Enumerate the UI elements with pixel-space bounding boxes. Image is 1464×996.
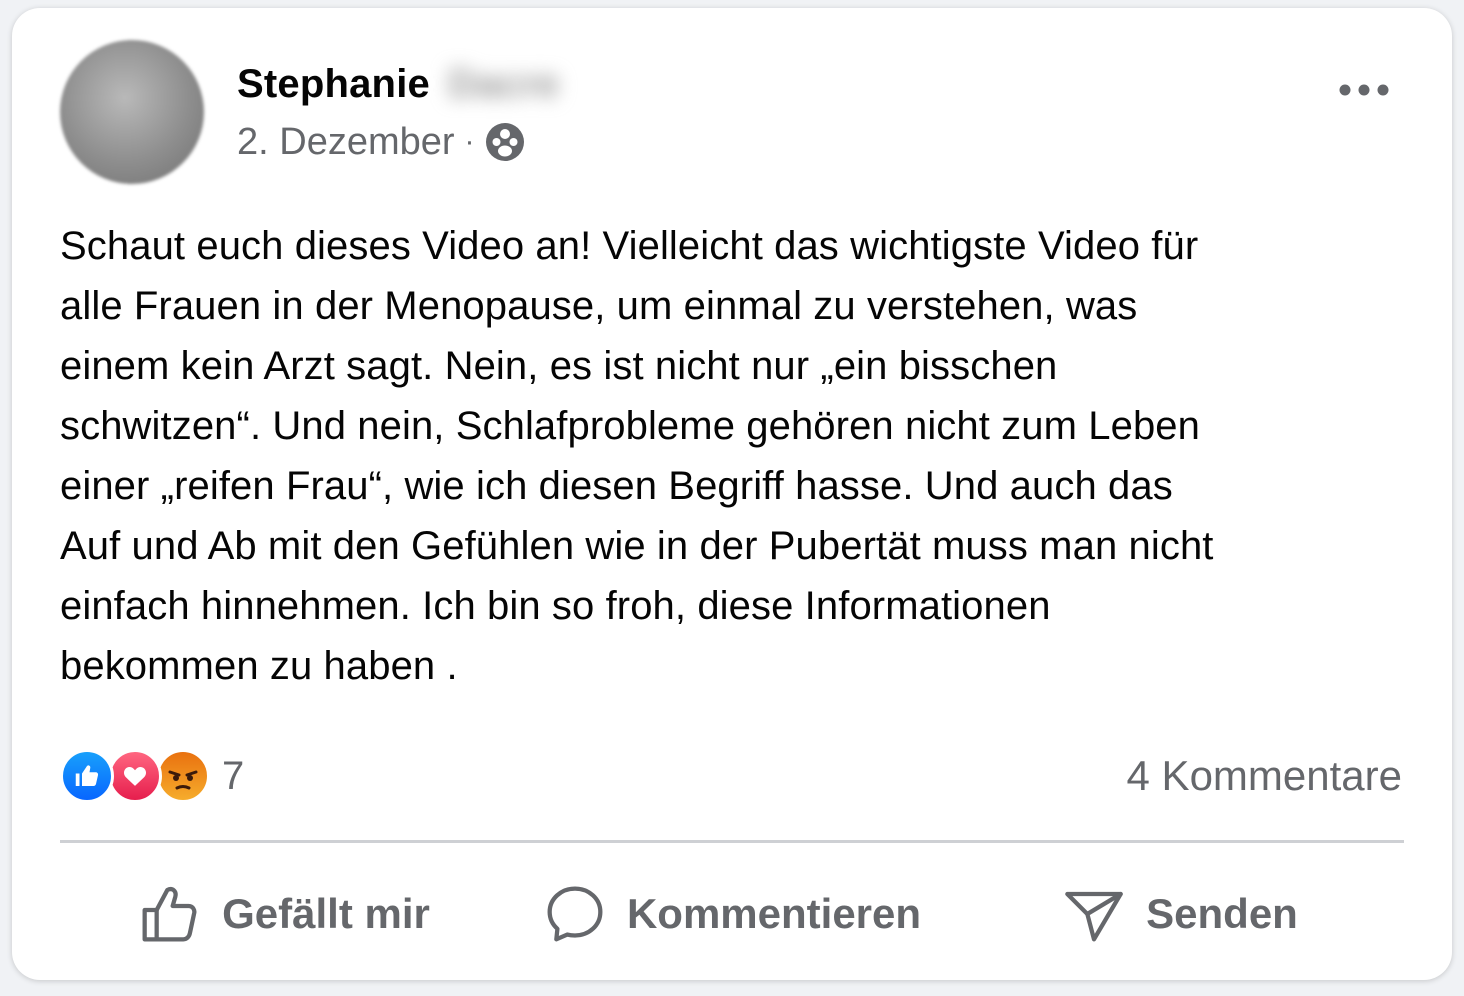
action-bar: Gefällt mir Kommentieren Senden — [60, 858, 1404, 970]
angry-reaction-icon — [156, 749, 210, 803]
send-icon — [1065, 891, 1123, 942]
comment-button-label: Kommentieren — [626, 890, 922, 937]
ellipsis-icon — [1339, 84, 1389, 96]
more-options-button[interactable] — [1336, 72, 1392, 108]
share-button-label: Senden — [1146, 890, 1298, 937]
post-date[interactable]: 2. Dezember — [237, 121, 455, 164]
comments-count-link[interactable]: 4 Kommentare — [1127, 752, 1402, 800]
like-reaction-icon — [60, 749, 114, 803]
post-meta: 2. Dezember · — [237, 120, 525, 164]
like-button[interactable]: Gefällt mir — [60, 858, 508, 970]
divider — [60, 840, 1404, 843]
author-row: Stephanie Dacre — [237, 58, 559, 110]
love-reaction-icon — [108, 749, 162, 803]
post-text: Schaut euch dieses Video an! Vielleicht … — [60, 224, 1214, 688]
avatar[interactable] — [60, 40, 204, 184]
like-button-label: Gefällt mir — [222, 890, 430, 937]
reactions-summary[interactable]: 7 — [60, 748, 244, 804]
post-card: Stephanie Dacre 2. Dezember · Schaut euc… — [12, 8, 1452, 980]
group-icon[interactable] — [485, 122, 525, 162]
comment-button[interactable]: Kommentieren — [508, 858, 956, 970]
share-button[interactable]: Senden — [956, 858, 1404, 970]
reaction-count: 7 — [222, 753, 245, 798]
author-surname-redacted: Dacre — [447, 61, 560, 106]
author-name[interactable]: Stephanie — [237, 62, 430, 107]
comment-bubble-icon — [547, 886, 603, 942]
meta-separator: · — [464, 125, 475, 158]
thumbs-up-icon — [142, 887, 197, 942]
